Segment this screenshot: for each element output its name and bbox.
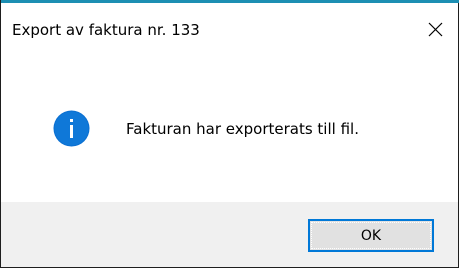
title-bar[interactable]: Export av faktura nr. 133 <box>1 3 458 55</box>
close-button[interactable] <box>412 3 458 55</box>
message-dialog: Export av faktura nr. 133 Fakturan har e… <box>0 0 459 268</box>
dialog-content: Fakturan har exporterats till fil. <box>1 55 458 202</box>
window-title: Export av faktura nr. 133 <box>12 21 200 39</box>
info-icon <box>53 110 90 147</box>
close-icon <box>428 22 442 36</box>
ok-button[interactable]: OK <box>308 219 434 252</box>
button-bar: OK <box>1 202 458 267</box>
message-text: Fakturan har exporterats till fil. <box>126 120 359 138</box>
